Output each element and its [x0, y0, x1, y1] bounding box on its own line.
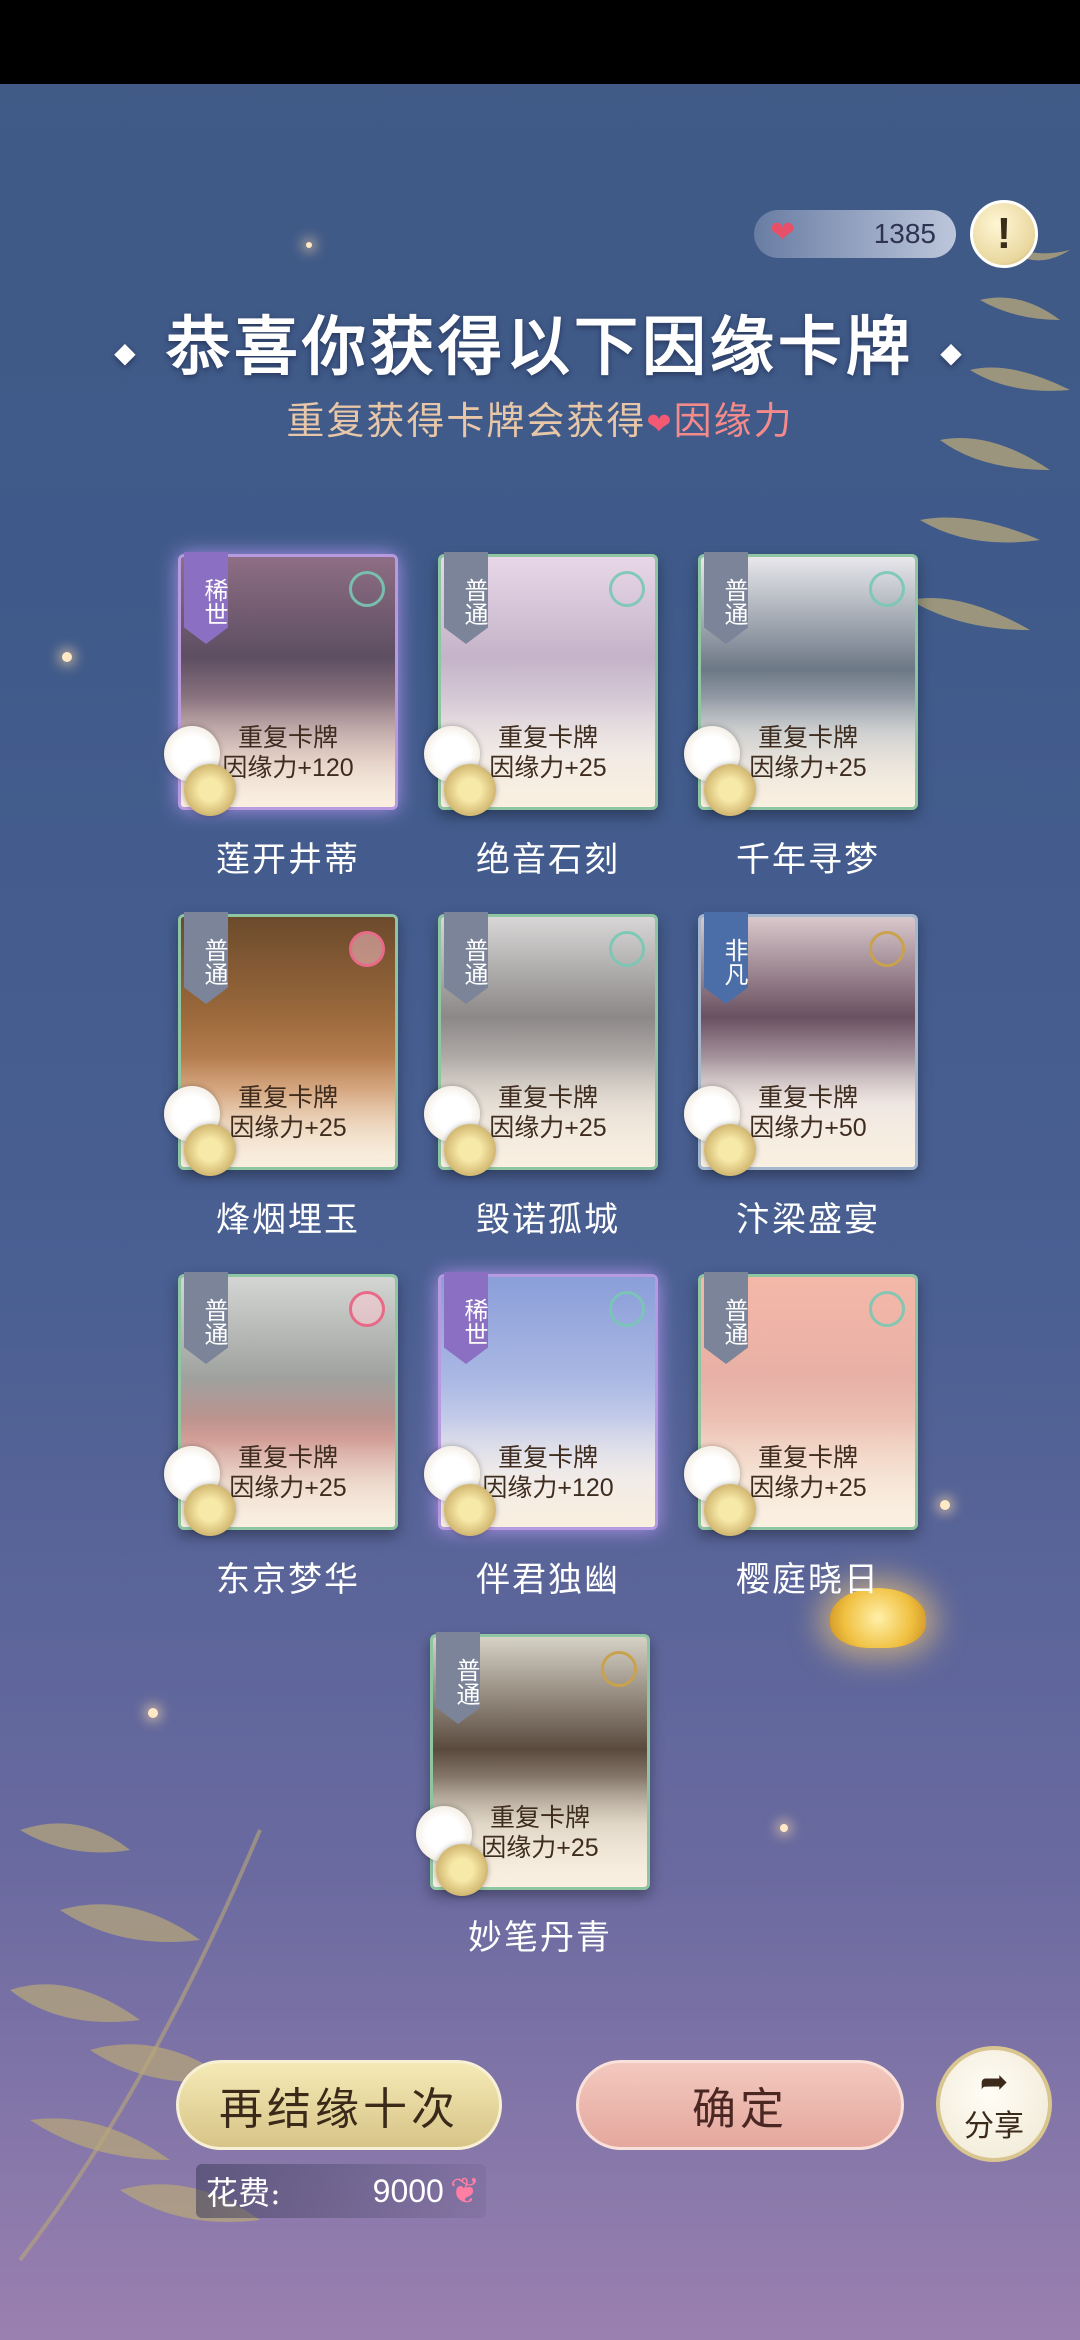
card-7[interactable]: 重复卡牌 因缘力+25 普通 [164, 1272, 398, 1536]
card-name: 樱庭晓日 [736, 1560, 880, 1600]
status-bar [0, 0, 1080, 84]
share-icon: ➦ [979, 2062, 1009, 2102]
rarity-ribbon: 普通 [436, 1632, 480, 1724]
card-1[interactable]: 重复卡牌 因缘力+120 稀世 [164, 552, 398, 816]
page-title: ◆ 恭喜你获得以下因缘卡牌 ◆ [0, 296, 1080, 388]
card-name: 汴梁盛宴 [736, 1200, 880, 1240]
currency-value: 1385 [873, 218, 936, 249]
card-5[interactable]: 重复卡牌 因缘力+25 普通 [424, 912, 658, 1176]
sword-icon [609, 571, 645, 607]
rarity-ribbon: 稀世 [444, 1272, 488, 1364]
heart-icon: ❤ [646, 407, 674, 442]
gold-flower-icon [444, 764, 496, 816]
card-name: 千年寻梦 [736, 840, 880, 880]
share-button[interactable]: ➦ 分享 [936, 2046, 1052, 2162]
card-name: 绝音石刻 [476, 840, 620, 880]
card-10[interactable]: 重复卡牌 因缘力+25 普通 [416, 1632, 650, 1896]
cost-display: 花费: 9000 ❦ [196, 2164, 486, 2218]
gold-flower-icon [436, 1844, 488, 1896]
card-name: 烽烟埋玉 [216, 1200, 360, 1240]
exclamation-icon[interactable]: ! [970, 200, 1038, 268]
gold-flower-icon [184, 1484, 236, 1536]
sword-icon [869, 571, 905, 607]
fan-icon [349, 571, 385, 607]
butterfly-icon: ❦ [449, 2170, 480, 2212]
card-6[interactable]: 重复卡牌 因缘力+50 非凡 [684, 912, 918, 1176]
card-name: 妙笔丹青 [468, 1918, 612, 1958]
subtitle-highlight: 因缘力 [673, 399, 794, 443]
coin-icon [869, 931, 905, 967]
rarity-ribbon: 普通 [704, 1272, 748, 1364]
sword-icon [609, 931, 645, 967]
gold-flower-icon [704, 764, 756, 816]
card-2[interactable]: 重复卡牌 因缘力+25 普通 [424, 552, 658, 816]
gold-flower-icon [184, 764, 236, 816]
heart-icon: ❤ [770, 215, 796, 250]
gold-flower-icon [184, 1124, 236, 1176]
rarity-ribbon: 普通 [184, 912, 228, 1004]
plum-blossom-icon [349, 931, 385, 967]
cost-label: 花费: [206, 2174, 281, 2212]
gold-flower-icon [704, 1484, 756, 1536]
confirm-button[interactable]: 确定 [576, 2060, 904, 2150]
share-label: 分享 [964, 2109, 1024, 2144]
rarity-ribbon: 普通 [184, 1272, 228, 1364]
rarity-ribbon: 普通 [444, 552, 488, 644]
card-name: 伴君独幽 [476, 1560, 620, 1600]
fan-icon [609, 1291, 645, 1327]
card-name: 莲开井蒂 [216, 840, 360, 880]
rarity-ribbon: 稀世 [184, 552, 228, 644]
sparkle-dot [306, 242, 312, 248]
rarity-ribbon: 非凡 [704, 912, 748, 1004]
title-text: 恭喜你获得以下因缘卡牌 [166, 310, 914, 385]
card-3[interactable]: 重复卡牌 因缘力+25 普通 [684, 552, 918, 816]
draw-again-button[interactable]: 再结缘十次 [176, 2060, 502, 2150]
coin-icon [601, 1651, 637, 1687]
title-deco-right: ◆ [940, 336, 966, 369]
title-deco-left: ◆ [114, 336, 140, 369]
card-8[interactable]: 重复卡牌 因缘力+120 稀世 [424, 1272, 658, 1536]
plum-blossom-icon [349, 1291, 385, 1327]
card-4[interactable]: 重复卡牌 因缘力+25 普通 [164, 912, 398, 1176]
sparkle-dot [62, 652, 72, 662]
subtitle: 重复获得卡牌会获得❤因缘力 [0, 390, 1080, 445]
subtitle-prefix: 重复获得卡牌会获得 [286, 399, 647, 443]
cost-value: 9000 [372, 2172, 444, 2209]
rarity-ribbon: 普通 [704, 552, 748, 644]
card-9[interactable]: 重复卡牌 因缘力+25 普通 [684, 1272, 918, 1536]
fan-icon [869, 1291, 905, 1327]
sparkle-dot [148, 1708, 158, 1718]
rarity-ribbon: 普通 [444, 912, 488, 1004]
card-name: 东京梦华 [216, 1560, 360, 1600]
currency-display: ❤ 1385 [754, 210, 956, 258]
card-name: 毁诺孤城 [476, 1200, 620, 1240]
sparkle-dot [940, 1500, 950, 1510]
sparkle-dot [780, 1824, 788, 1832]
gold-flower-icon [444, 1124, 496, 1176]
gold-flower-icon [444, 1484, 496, 1536]
gold-flower-icon [704, 1124, 756, 1176]
